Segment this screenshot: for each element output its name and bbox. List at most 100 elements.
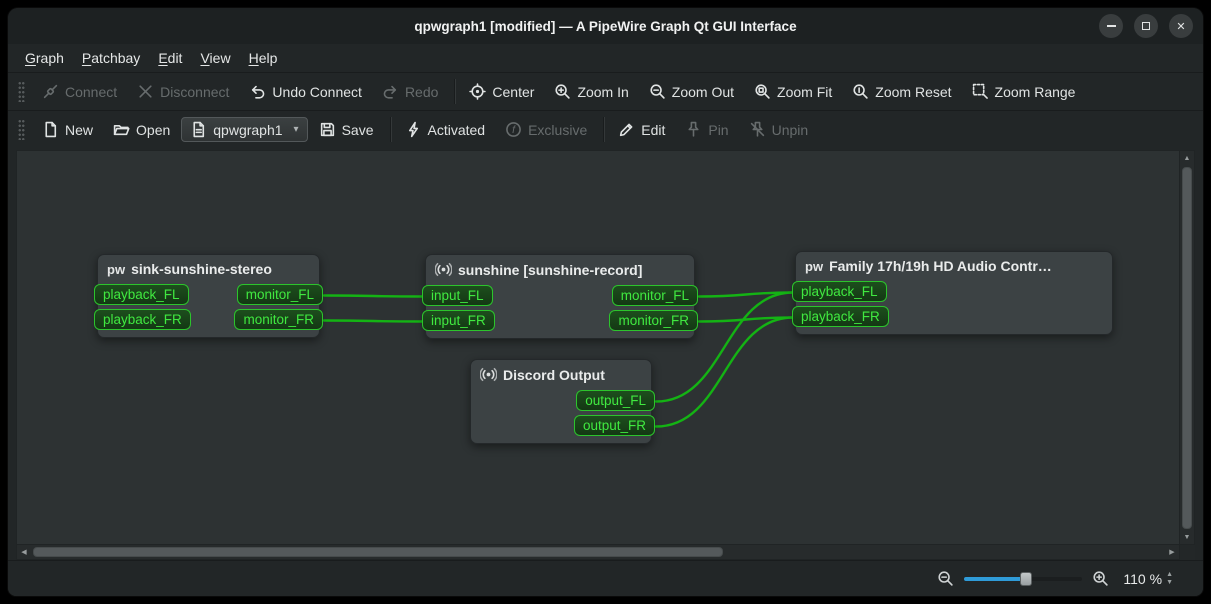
scroll-up-arrow[interactable]: ▲ (1180, 151, 1194, 165)
toolbar-button-disconnect[interactable]: Disconnect (128, 78, 238, 105)
activated-icon (405, 121, 422, 138)
exclusive-icon: f (505, 121, 522, 138)
output-port-monitor_FL[interactable]: monitor_FL (237, 284, 323, 305)
spin-up-icon[interactable]: ▲ (1166, 571, 1173, 578)
toolbar-button-redo[interactable]: Redo (373, 78, 447, 105)
maximize-icon (1142, 22, 1150, 30)
toolbar-button-open[interactable]: Open (104, 116, 179, 143)
output-port-monitor_FR[interactable]: monitor_FR (234, 309, 323, 330)
input-port-playback_FR[interactable]: playback_FR (94, 309, 191, 330)
input-port-playback_FR[interactable]: playback_FR (792, 306, 889, 327)
input-ports: input_FLinput_FR (426, 285, 495, 331)
menu-patchbay[interactable]: Patchbay (73, 47, 149, 69)
toolbar-label: Save (342, 122, 374, 138)
menu-label: elp (259, 50, 278, 66)
zoom-range-icon (972, 83, 989, 100)
toolbar-label: Zoom In (577, 84, 628, 100)
vertical-scrollbar-thumb[interactable] (1182, 167, 1192, 529)
toolbar-button-exclusive[interactable]: f Exclusive (496, 116, 596, 143)
toolbar-button-undo[interactable]: Undo Connect (240, 78, 371, 105)
output-ports: monitor_FLmonitor_FR (609, 285, 694, 331)
new-file-icon (42, 121, 59, 138)
toolbar-label: Unpin (772, 122, 809, 138)
input-port-input_FL[interactable]: input_FL (422, 285, 493, 306)
window-controls: ✕ (1099, 14, 1193, 38)
node-header: Discord Output (471, 360, 651, 387)
horizontal-scrollbar-thumb[interactable] (33, 547, 723, 557)
open-folder-icon (113, 121, 130, 138)
node-header: pwsink-sunshine-stereo (98, 255, 319, 281)
toolbar-separator (390, 117, 391, 142)
close-icon: ✕ (1176, 20, 1185, 33)
zoom-out-icon (649, 83, 666, 100)
input-port-playback_FL[interactable]: playback_FL (94, 284, 189, 305)
horizontal-scrollbar[interactable]: ◀ ▶ (16, 545, 1180, 560)
output-ports: output_FLoutput_FR (574, 390, 651, 436)
input-port-playback_FL[interactable]: playback_FL (792, 281, 887, 302)
toolbar-button-zoom-reset[interactable]: Zoom Reset (843, 78, 960, 105)
vertical-scrollbar[interactable]: ▲ ▼ (1180, 150, 1195, 545)
output-port-monitor_FL[interactable]: monitor_FL (612, 285, 698, 306)
toolbar-button-zoom-in[interactable]: Zoom In (545, 78, 637, 105)
node-sunshine[interactable]: sunshine [sunshine-record]input_FLinput_… (425, 254, 695, 339)
toolbar-button-activated[interactable]: Activated (396, 116, 495, 143)
scroll-down-arrow[interactable]: ▼ (1180, 530, 1194, 544)
toolbar-button-zoom-fit[interactable]: Zoom Fit (745, 78, 841, 105)
node-discord-output[interactable]: Discord Outputoutput_FLoutput_FR (470, 359, 652, 444)
zoom-slider-handle[interactable] (1020, 572, 1032, 586)
toolbar-drag-handle[interactable] (18, 119, 25, 140)
node-ports: playback_FLplayback_FR (796, 281, 1112, 327)
toolbar-drag-handle[interactable] (18, 81, 25, 102)
toolbar-button-pin[interactable]: Pin (676, 116, 737, 143)
menu-view[interactable]: View (191, 47, 239, 69)
graph-canvas[interactable]: pwsink-sunshine-stereoplayback_FLplaybac… (16, 150, 1180, 545)
toolbar-button-zoom-out[interactable]: Zoom Out (640, 78, 743, 105)
node-title: Discord Output (503, 367, 605, 383)
toolbar-button-center[interactable]: Center (460, 78, 543, 105)
output-port-output_FR[interactable]: output_FR (574, 415, 655, 436)
menu-label: V (200, 50, 209, 66)
statusbar-zoom-in-button[interactable] (1092, 570, 1109, 587)
toolbar-button-zoom-range[interactable]: Zoom Range (963, 78, 1085, 105)
toolbar-button-connect[interactable]: Connect (33, 78, 126, 105)
app-window: qpwgraph1 [modified] — A PipeWire Graph … (8, 8, 1203, 596)
toolbar-button-save[interactable]: Save (310, 116, 383, 143)
wire-sunshine.monitor_FR-to-family-audio.playback_FR (699, 318, 793, 322)
minimize-button[interactable] (1099, 14, 1123, 38)
input-port-input_FR[interactable]: input_FR (422, 310, 495, 331)
pipewire-icon: pw (805, 260, 823, 273)
statusbar-zoom-out-button[interactable] (937, 570, 954, 587)
zoom-slider[interactable] (964, 571, 1082, 587)
node-header: pwFamily 17h/19h HD Audio Contr… (796, 252, 1112, 278)
spin-down-icon[interactable]: ▼ (1166, 579, 1173, 586)
menu-help[interactable]: Help (240, 47, 287, 69)
menu-graph[interactable]: Graph (16, 47, 73, 69)
menu-edit[interactable]: Edit (149, 47, 191, 69)
wire-sunshine.monitor_FL-to-family-audio.playback_FL (699, 293, 793, 297)
toolbar-button-edit[interactable]: Edit (609, 116, 674, 143)
audio-app-icon (435, 261, 452, 278)
menu-label: E (158, 50, 167, 66)
toolbar-button-unpin[interactable]: Unpin (740, 116, 818, 143)
node-header: sunshine [sunshine-record] (426, 255, 694, 282)
toolbar-label: Undo Connect (272, 84, 362, 100)
titlebar[interactable]: qpwgraph1 [modified] — A PipeWire Graph … (8, 8, 1203, 44)
scroll-left-arrow[interactable]: ◀ (17, 545, 31, 559)
close-button[interactable]: ✕ (1169, 14, 1193, 38)
edit-icon (618, 121, 635, 138)
menu-label: H (249, 50, 259, 66)
node-sink-sunshine-stereo[interactable]: pwsink-sunshine-stereo playback_FLplaybac… (97, 254, 320, 338)
output-port-monitor_FR[interactable]: monitor_FR (609, 310, 698, 331)
toolbar-graph: Connect Disconnect Undo Connect Redo Center Z… (8, 72, 1203, 110)
toolbar-label: Exclusive (528, 122, 587, 138)
toolbar-label: Disconnect (160, 84, 229, 100)
toolbar-button-current-patchbay[interactable]: qpwgraph1▾ (181, 117, 307, 142)
node-title: sink-sunshine-stereo (131, 261, 272, 277)
toolbar-button-new[interactable]: New (33, 116, 102, 143)
toolbar-label: Zoom Range (995, 84, 1076, 100)
scroll-right-arrow[interactable]: ▶ (1165, 545, 1179, 559)
zoom-spinbox[interactable]: 110 % ▲ ▼ (1119, 569, 1177, 589)
maximize-button[interactable] (1134, 14, 1158, 38)
node-family-audio[interactable]: pwFamily 17h/19h HD Audio Contr… playback… (795, 251, 1113, 335)
output-port-output_FL[interactable]: output_FL (576, 390, 655, 411)
